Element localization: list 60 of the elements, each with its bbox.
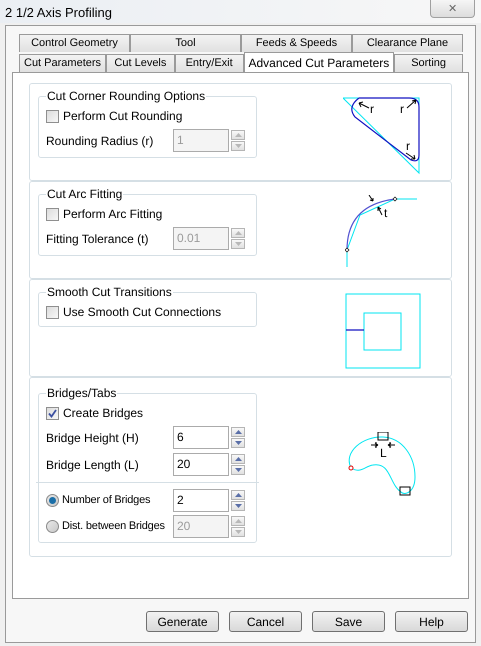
- group-title: Cut Corner Rounding Options: [46, 88, 206, 105]
- checkbox[interactable]: [46, 208, 59, 220]
- group-title: Bridges/Tabs: [46, 385, 118, 402]
- spin-down-button[interactable]: [231, 465, 245, 475]
- down-arrow-icon: [234, 441, 242, 445]
- number-field[interactable]: 6: [173, 426, 229, 449]
- group-title: Cut Arc Fitting: [46, 186, 124, 203]
- checkbox[interactable]: [46, 110, 59, 122]
- spin-up-button[interactable]: [231, 516, 245, 526]
- checkbox-label: Perform Cut Rounding: [63, 108, 182, 125]
- check-icon: [48, 408, 57, 418]
- checkbox[interactable]: [46, 406, 59, 420]
- up-arrow-icon: [234, 133, 242, 137]
- up-arrow-icon: [234, 492, 242, 496]
- up-arrow-icon: [234, 231, 242, 235]
- dialog-button[interactable]: Generate: [146, 611, 219, 632]
- checkbox-label: Create Bridges: [63, 405, 144, 422]
- checkbox[interactable]: [46, 306, 59, 318]
- window-title: 2 1/2 Axis Profiling: [5, 4, 112, 22]
- group-title: Smooth Cut Transitions: [46, 284, 173, 301]
- spin-down-button[interactable]: [231, 526, 245, 536]
- tab[interactable]: Cut Parameters: [19, 54, 106, 72]
- up-arrow-icon: [234, 430, 242, 434]
- tab[interactable]: Feeds & Speeds: [241, 34, 352, 52]
- spin-down-button[interactable]: [231, 438, 245, 448]
- tab[interactable]: Advanced Cut Parameters: [244, 52, 394, 72]
- close-button[interactable]: ✕: [430, 0, 475, 18]
- spin-up-button[interactable]: [231, 427, 245, 437]
- down-arrow-icon: [234, 468, 242, 472]
- tab[interactable]: Tool: [130, 34, 241, 52]
- checkbox-label: Use Smooth Cut Connections: [63, 304, 222, 321]
- dialog-button[interactable]: Help: [395, 611, 468, 632]
- up-arrow-icon: [234, 457, 242, 461]
- spin-up-button[interactable]: [231, 490, 245, 500]
- down-arrow-icon: [234, 242, 242, 246]
- corner-rounding-drawing: r r r: [343, 97, 421, 175]
- radio-label: Number of Bridges: [62, 492, 150, 508]
- number-field[interactable]: 2: [173, 488, 229, 512]
- radio-button[interactable]: [46, 494, 59, 506]
- number-field[interactable]: 20: [173, 453, 229, 476]
- down-arrow-icon: [234, 144, 242, 148]
- tab[interactable]: Clearance Plane: [352, 34, 463, 52]
- tab[interactable]: Cut Levels: [106, 54, 175, 72]
- arc-fitting-drawing: t: [345, 195, 421, 267]
- radio-label: Dist. between Bridges: [62, 518, 165, 534]
- field-label: Bridge Height (H): [46, 430, 140, 446]
- checkbox-label: Perform Arc Fitting: [63, 206, 162, 223]
- down-arrow-icon: [234, 530, 242, 534]
- field-label: Rounding Radius (r): [46, 132, 154, 150]
- tab[interactable]: Sorting: [394, 54, 463, 72]
- field-label: Bridge Length (L): [46, 456, 140, 474]
- spin-down-button[interactable]: [231, 500, 245, 510]
- tab[interactable]: Entry/Exit: [174, 54, 244, 72]
- field-label: Fitting Tolerance (t): [46, 230, 150, 248]
- spin-up-button[interactable]: [231, 454, 245, 464]
- up-arrow-icon: [234, 518, 242, 522]
- tab[interactable]: Control Geometry: [19, 34, 130, 52]
- dialog-button[interactable]: Save: [312, 611, 385, 632]
- dialog-button[interactable]: Cancel: [229, 611, 302, 632]
- down-arrow-icon: [234, 504, 242, 508]
